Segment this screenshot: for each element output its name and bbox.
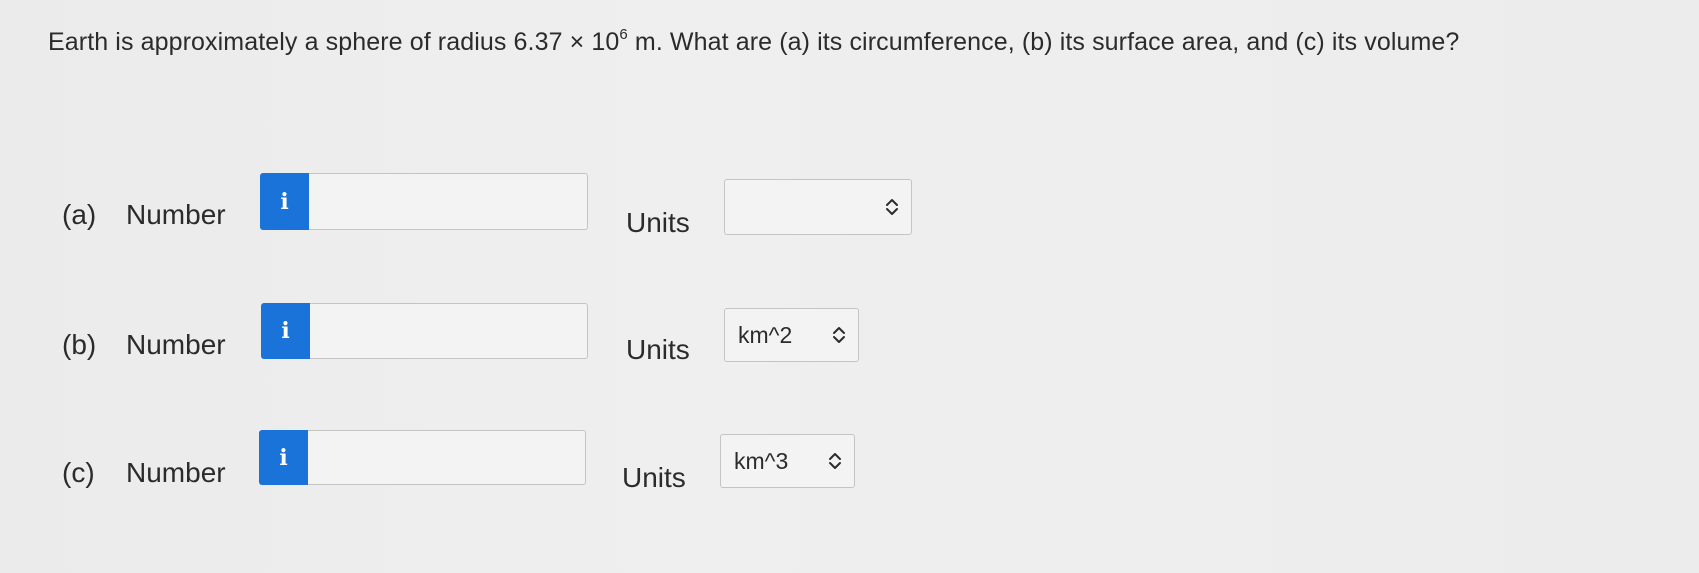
info-button-a[interactable]: i bbox=[260, 173, 309, 230]
question-text-end: m. What are (a) its circumference, (b) i… bbox=[627, 28, 1460, 56]
part-label: (c) bbox=[62, 457, 95, 488]
question-page: Earth is approximately a sphere of radiu… bbox=[0, 0, 1699, 573]
row-label-b: (b) Number bbox=[62, 329, 226, 361]
number-input-a[interactable] bbox=[309, 173, 588, 230]
question-text-start: Earth is approximately a sphere of radiu… bbox=[48, 28, 620, 56]
row-label-c: (c) Number bbox=[62, 457, 226, 489]
part-label: (b) bbox=[62, 329, 97, 360]
question-text: Earth is approximately a sphere of radiu… bbox=[48, 26, 1460, 57]
number-label: Number bbox=[126, 329, 226, 360]
number-label: Number bbox=[126, 457, 226, 488]
part-label: (a) bbox=[62, 199, 97, 230]
units-select-a[interactable] bbox=[724, 179, 912, 235]
row-label-a: (a) Number bbox=[62, 199, 226, 231]
number-input-b[interactable] bbox=[310, 303, 588, 359]
info-button-c[interactable]: i bbox=[259, 430, 308, 485]
chevron-up-down-icon bbox=[886, 199, 898, 215]
number-label: Number bbox=[126, 199, 226, 230]
selected-unit: km^3 bbox=[734, 447, 789, 474]
units-label-b: Units bbox=[626, 334, 690, 365]
units-label-a: Units bbox=[626, 207, 690, 238]
exponent: 6 bbox=[619, 26, 628, 43]
units-label-c: Units bbox=[622, 462, 686, 493]
info-button-b[interactable]: i bbox=[261, 303, 310, 359]
units-select-b[interactable]: km^2 bbox=[724, 308, 859, 362]
units-select-c[interactable]: km^3 bbox=[720, 434, 855, 488]
chevron-up-down-icon bbox=[829, 453, 841, 469]
chevron-up-down-icon bbox=[833, 327, 845, 343]
info-icon: i bbox=[280, 188, 289, 215]
selected-unit: km^2 bbox=[738, 321, 793, 348]
info-icon: i bbox=[279, 444, 288, 471]
info-icon: i bbox=[281, 318, 290, 344]
number-input-c[interactable] bbox=[308, 430, 586, 485]
